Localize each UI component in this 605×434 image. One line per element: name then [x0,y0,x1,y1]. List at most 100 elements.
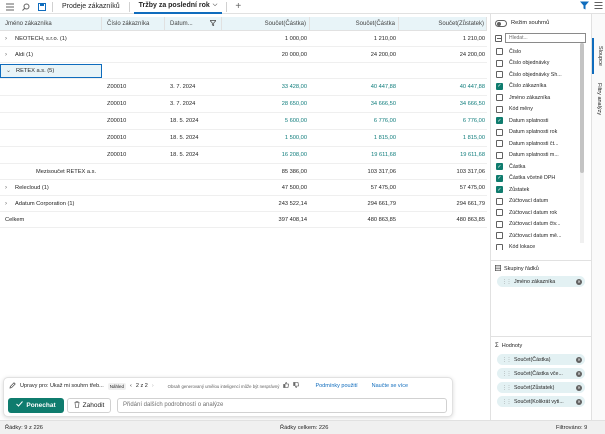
field-item[interactable]: Číslo objednávky Sh... [491,69,590,81]
chevron-down-icon[interactable]: ⌵ [213,2,218,9]
field-item[interactable]: Číslo objednávky [491,58,590,70]
discard-button[interactable]: Zahodit [67,397,111,413]
chevron-down-icon[interactable]: ⌄ [6,67,12,74]
field-checkbox[interactable] [496,220,503,228]
value-pill[interactable]: ⋮⋮ Součet(Částka vče... ✕ [497,368,585,379]
remove-icon[interactable]: ✕ [576,398,582,405]
select-all-checkbox[interactable] [495,34,502,42]
row-group-pill[interactable]: ⋮⋮ Jméno zákazníka ✕ [497,276,585,287]
filter-icon[interactable] [580,1,589,12]
learn-more-link[interactable]: Naučte se více [372,383,408,389]
field-checkbox[interactable] [496,140,503,148]
table-row[interactable]: › NEOTECH, s.r.o. (1) 1 000,00 1 210,00 1… [0,31,487,47]
drag-handle-icon[interactable]: ⋮⋮ [502,371,512,377]
field-item[interactable]: Zúčtovací datum mě... [491,230,590,242]
field-checkbox[interactable] [496,128,503,136]
tab-customer-sales[interactable]: Prodeje zákazníků [57,0,125,14]
field-item[interactable]: Datum splatnosti čt... [491,138,590,150]
field-item[interactable]: Kód měny [491,104,590,116]
table-row[interactable]: Z00010 18. 5. 2024 5 600,00 6 776,00 6 7… [0,113,487,130]
field-item[interactable]: Kód lokace [491,242,590,250]
more-menu-icon[interactable] [594,1,603,12]
value-pill[interactable]: ⋮⋮ Součet(Zůstatek) ✕ [497,382,585,393]
keep-button[interactable]: Ponechat [8,397,64,413]
tab-columns[interactable]: Sloupce [592,38,605,74]
field-checkbox[interactable]: ✓ [496,163,503,171]
field-checkbox[interactable] [496,151,503,159]
tab-last-year-sales[interactable]: Tržby za poslední rok ⌵ [133,0,223,14]
field-item[interactable]: Jméno zákazníka [491,92,590,104]
table-row[interactable]: › Aldi (1) 20 000,00 24 200,00 24 200,00 [0,47,487,63]
header-sum-balance[interactable]: Součet(Zůstatek) [399,16,487,31]
chevron-right-icon[interactable]: › [5,201,11,207]
value-pill[interactable]: ⋮⋮ Součet(Kolikrát vyti... ✕ [497,396,585,407]
menu-icon[interactable] [4,1,16,13]
header-customer-number[interactable]: Číslo zákazníka [102,16,165,31]
table-row[interactable]: Z00010 3. 7. 2024 33 428,00 40 447,88 40… [0,79,487,96]
field-item[interactable]: Zúčtovací datum čtv... [491,219,590,231]
header-due-date[interactable]: Datum... [165,16,222,31]
field-checkbox[interactable]: ✓ [496,117,503,125]
field-item[interactable]: ✓ Datum splatnosti [491,115,590,127]
field-item[interactable]: ✓ Částka [491,161,590,173]
table-row[interactable]: › Relecloud (1) 47 500,00 57 475,00 57 47… [0,180,487,196]
remove-icon[interactable]: ✕ [576,370,582,377]
tab-analysis-filters[interactable]: Filtry analýzy [592,72,605,126]
search-icon[interactable] [20,1,32,13]
table-row[interactable]: Z00010 18. 5. 2024 1 500,00 1 815,00 1 8… [0,130,487,147]
header-customer-name[interactable]: Jméno zákazníka [0,16,102,31]
table-row[interactable]: Z00010 18. 5. 2024 16 208,00 19 611,68 1… [0,147,487,164]
next-icon[interactable]: › [152,383,154,389]
chevron-right-icon[interactable]: › [5,185,11,191]
field-item[interactable]: Zúčtovací datum [491,196,590,208]
field-checkbox[interactable]: ✓ [496,82,503,90]
drag-handle-icon[interactable]: ⋮⋮ [502,279,512,285]
field-checkbox[interactable]: ✓ [496,186,503,194]
header-sum-amount-incl-vat[interactable]: Součet(Částka [310,16,399,31]
add-tab-icon[interactable]: + [235,1,241,12]
header-sum-amount[interactable]: Součet(Částka) [222,16,310,31]
field-checkbox[interactable] [496,105,503,113]
field-checkbox[interactable]: ✓ [496,174,503,182]
field-checkbox[interactable] [496,48,503,56]
remove-icon[interactable]: ✕ [576,384,582,391]
toggle-switch[interactable] [495,19,507,27]
table-row[interactable]: ⌄ RETEX a.s. (5) [0,63,487,79]
field-list-scrollbar[interactable] [580,43,584,243]
subtotal-row[interactable]: Mezisoučet RETEX a.s. 85 386,00 103 317,… [0,164,487,180]
field-item[interactable]: Číslo [491,46,590,58]
field-checkbox[interactable] [496,243,503,250]
value-pill[interactable]: ⋮⋮ Součet(Částka) ✕ [497,354,585,365]
field-item[interactable]: ✓ Číslo zákazníka [491,81,590,93]
field-checkbox[interactable] [496,94,503,102]
terms-of-use-link[interactable]: Podmínky použití [315,383,357,389]
thumbs-down-icon[interactable] [293,382,300,390]
chevron-right-icon[interactable]: › [5,36,11,42]
remove-icon[interactable]: ✕ [576,356,582,363]
field-checkbox[interactable] [496,197,503,205]
drag-handle-icon[interactable]: ⋮⋮ [502,385,512,391]
grand-total-row[interactable]: Celkem 397 408,14 480 863,85 480 863,85 [0,212,487,228]
field-checkbox[interactable] [496,232,503,240]
column-filter-icon[interactable] [209,19,217,28]
table-row[interactable]: › Adatum Corporation (1) 243 522,14 294 6… [0,196,487,212]
field-item[interactable]: Datum splatnosti rok [491,127,590,139]
field-checkbox[interactable] [496,59,503,67]
previous-icon[interactable]: ‹ [130,383,132,389]
table-row[interactable]: Z00010 3. 7. 2024 28 650,00 34 666,50 34… [0,96,487,113]
refine-prompt-input[interactable]: Přidání dalších podrobností o analýze [117,397,447,413]
chevron-right-icon[interactable]: › [5,52,11,58]
thumbs-up-icon[interactable] [283,382,290,390]
field-item[interactable]: Datum splatnosti m... [491,150,590,162]
drag-handle-icon[interactable]: ⋮⋮ [502,357,512,363]
remove-icon[interactable]: ✕ [576,278,582,285]
drag-handle-icon[interactable]: ⋮⋮ [502,399,512,405]
field-checkbox[interactable] [496,71,503,79]
field-item[interactable]: ✓ Částka včetně DPH [491,173,590,185]
pivot-mode-toggle[interactable]: Režim souhrnů [491,16,590,30]
save-icon[interactable] [36,1,48,13]
field-checkbox[interactable] [496,209,503,217]
field-item[interactable]: Zúčtovací datum rok [491,207,590,219]
field-search-input[interactable]: Hledat... [505,33,586,43]
field-item[interactable]: ✓ Zůstatek [491,184,590,196]
